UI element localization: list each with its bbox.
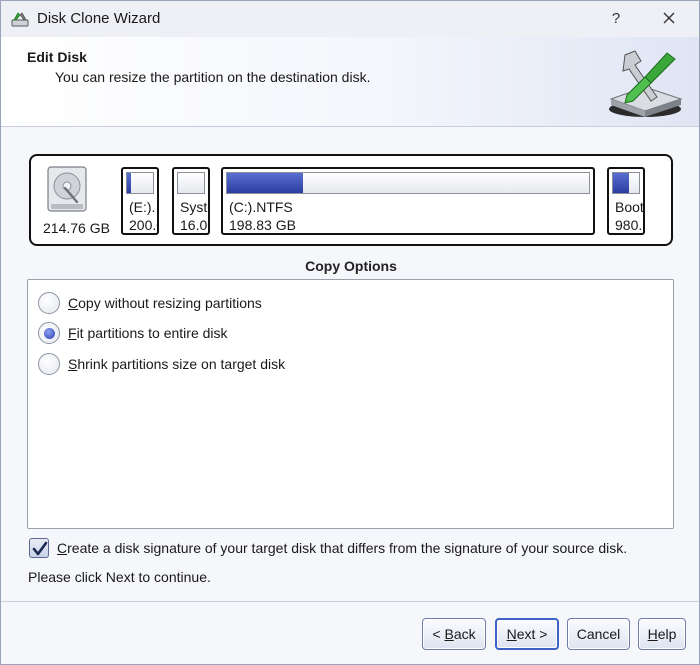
partition-size: 200.0 xyxy=(129,217,157,233)
partition-usage-bar xyxy=(612,172,640,194)
partition-size: 16.0( xyxy=(180,217,210,233)
partition-label: Boot 980.( xyxy=(615,198,645,233)
page-subtitle: You can resize the partition on the dest… xyxy=(55,69,371,85)
back-prefix: < xyxy=(432,626,445,642)
disk-map: 214.76 GB (E:). 200.0 Syste 16.0( (C:).N… xyxy=(29,154,673,246)
next-text: ext > xyxy=(516,626,548,642)
option-label: Shrink partitions size on target disk xyxy=(68,356,285,372)
help-button-label: Help xyxy=(648,626,677,642)
back-button-label: < Back xyxy=(432,626,475,642)
partition-system[interactable]: Syste 16.0( xyxy=(172,167,210,235)
partition-e[interactable]: (E:). 200.0 xyxy=(121,167,159,235)
access-key: C xyxy=(57,540,68,556)
partition-name: Boot xyxy=(615,199,644,215)
access-key: B xyxy=(444,626,454,642)
checkbox-text: reate a disk signature of your target di… xyxy=(67,540,628,556)
partition-usage-bar xyxy=(226,172,590,194)
footer-divider xyxy=(1,601,699,602)
disk-clone-window: Disk Clone Wizard ? Edit Disk You can re… xyxy=(0,0,700,665)
cancel-button[interactable]: Cancel xyxy=(567,618,630,650)
partition-usage-fill xyxy=(613,173,629,193)
disk-signature-checkbox[interactable] xyxy=(29,538,49,558)
checkmark-icon xyxy=(32,541,48,556)
partition-usage-fill xyxy=(127,173,131,193)
access-key: S xyxy=(68,356,78,372)
title-bar: Disk Clone Wizard ? xyxy=(1,1,699,37)
partition-usage-bar xyxy=(126,172,154,194)
back-button[interactable]: < Back xyxy=(422,618,486,650)
partition-label: (C:).NTFS 198.83 GB xyxy=(229,198,296,233)
back-text: ack xyxy=(453,626,476,642)
disk-signature-label: Create a disk signature of your target d… xyxy=(57,540,627,556)
access-key: N xyxy=(506,626,517,642)
access-key: C xyxy=(68,295,79,311)
help-button[interactable]: Help xyxy=(638,618,686,650)
partition-size: 198.83 GB xyxy=(229,217,296,233)
option-shrink-partitions[interactable]: Shrink partitions size on target disk xyxy=(38,351,285,377)
disk-signature-option[interactable]: Create a disk signature of your target d… xyxy=(29,538,627,558)
help-text: elp xyxy=(657,626,677,642)
access-key: F xyxy=(68,325,77,341)
next-button-label: Next > xyxy=(507,626,548,642)
copy-options-group: Copy without resizing partitions Fit par… xyxy=(27,279,674,529)
disk-tools-icon xyxy=(609,50,683,117)
option-copy-without-resizing[interactable]: Copy without resizing partitions xyxy=(38,290,262,316)
close-button[interactable] xyxy=(651,5,687,33)
partition-name: (C:).NTFS xyxy=(229,199,293,215)
disk-clone-icon xyxy=(11,12,29,27)
access-key: H xyxy=(647,626,658,642)
page-title: Edit Disk xyxy=(27,49,87,65)
option-label: Copy without resizing partitions xyxy=(68,295,262,311)
option-label: Fit partitions to entire disk xyxy=(68,325,228,341)
option-text: it partitions to entire disk xyxy=(76,325,228,341)
disk-size-label: 214.76 GB xyxy=(43,220,110,236)
instruction-text: Please click Next to continue. xyxy=(28,569,211,585)
copy-options-title: Copy Options xyxy=(305,258,397,274)
close-icon xyxy=(663,12,675,24)
partition-usage-fill xyxy=(227,173,304,193)
hard-disk-icon xyxy=(47,166,87,212)
title-help-button[interactable]: ? xyxy=(601,5,631,33)
option-text: opy without resizing partitions xyxy=(78,295,262,311)
partition-c[interactable]: (C:).NTFS 198.83 GB xyxy=(221,167,595,235)
radio-button[interactable] xyxy=(38,292,60,314)
partition-name: (E:). xyxy=(129,199,156,215)
option-text: hrink partitions size on target disk xyxy=(77,356,286,372)
partition-label: Syste 16.0( xyxy=(180,198,210,233)
partition-usage-bar xyxy=(177,172,205,194)
radio-button[interactable] xyxy=(38,353,60,375)
radio-button[interactable] xyxy=(38,322,60,344)
cancel-button-label: Cancel xyxy=(576,626,621,642)
partition-name: Syste xyxy=(180,199,208,215)
partition-label: (E:). 200.0 xyxy=(129,198,157,233)
option-fit-partitions[interactable]: Fit partitions to entire disk xyxy=(38,320,228,346)
next-button[interactable]: Next > xyxy=(495,618,559,650)
wizard-header: Edit Disk You can resize the partition o… xyxy=(1,37,699,127)
partition-size: 980.( xyxy=(615,217,645,233)
window-title: Disk Clone Wizard xyxy=(37,10,161,27)
partition-boot[interactable]: Boot 980.( xyxy=(607,167,645,235)
